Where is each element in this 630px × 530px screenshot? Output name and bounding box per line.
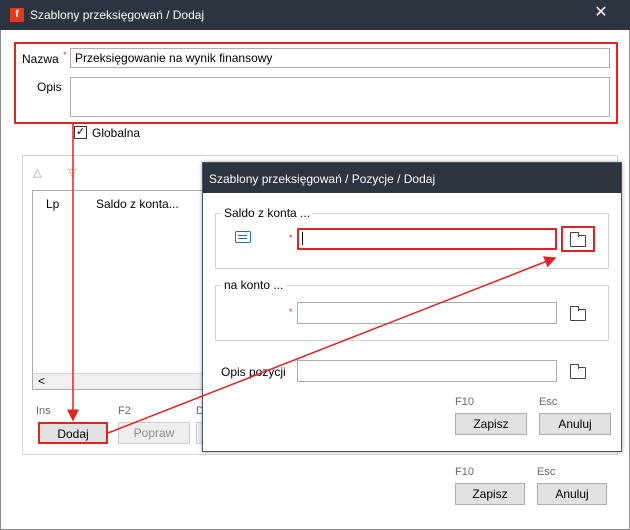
arrow-dodaj-to-folder <box>107 256 557 434</box>
annotation-arrows <box>67 124 557 434</box>
